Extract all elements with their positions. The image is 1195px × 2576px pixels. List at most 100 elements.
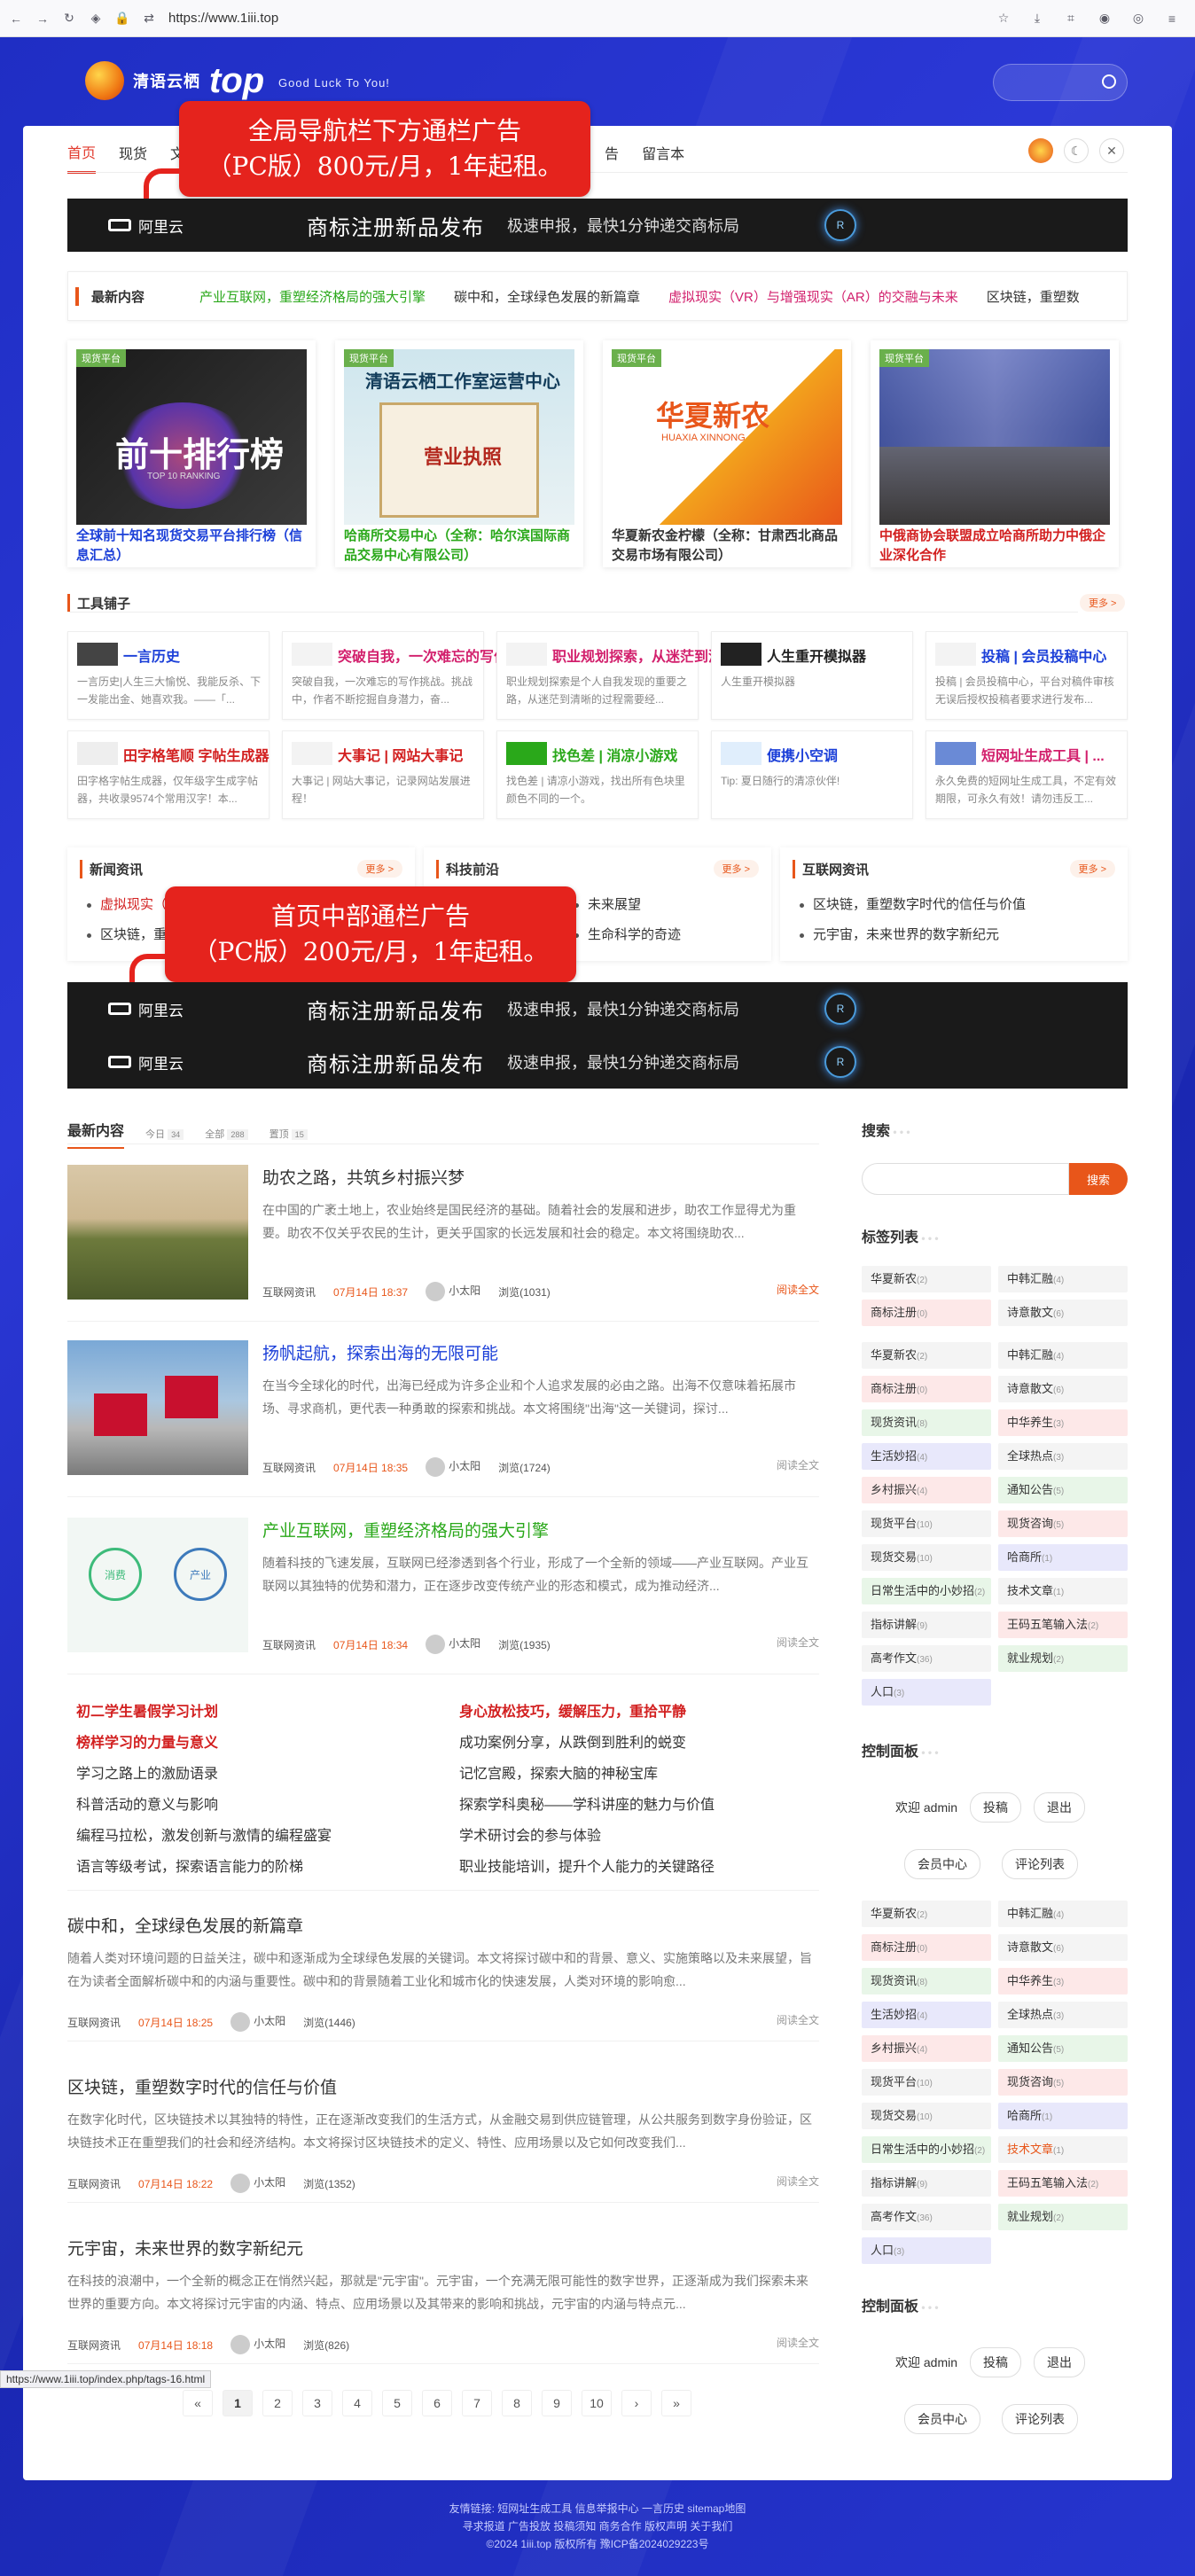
ad-banner-mid[interactable]: 阿里云 商标注册新品发布 极速申报，最快1分钟递交商标局 R [67, 982, 1128, 1035]
tag-item[interactable]: 哈商所(1) [998, 1544, 1128, 1571]
tool-title[interactable]: 投稿 | 会员投稿中心 [981, 644, 1106, 666]
link-item[interactable]: 编程马拉松，激发创新与激情的编程盛宴 [76, 1821, 431, 1852]
article-category[interactable]: 互联网资讯 [67, 2015, 121, 2030]
page-link[interactable]: 3 [302, 2390, 332, 2416]
tag-item[interactable]: 现货资讯(8) [862, 1409, 991, 1436]
tag-item[interactable]: 哈商所(1) [998, 2103, 1128, 2129]
ticker-item[interactable]: 碳中和，全球绿色发展的新篇章 [454, 287, 640, 306]
tool-title[interactable]: 找色差 | 消凉小游戏 [552, 744, 677, 765]
menu-icon[interactable]: ≡ [1165, 12, 1179, 26]
tag-item[interactable]: 通知公告(5) [998, 1477, 1128, 1503]
tag-item[interactable]: 王码五笔输入法(2) [998, 1612, 1128, 1638]
article-title[interactable]: 区块链，重塑数字时代的信任与价值 [67, 2074, 337, 2098]
tag-item[interactable]: 现货资讯(8) [862, 1968, 991, 1994]
tag-item[interactable]: 诗意散文(6) [998, 1376, 1128, 1402]
news-link[interactable]: 元宇宙，未来世界的数字新纪元 [800, 920, 1026, 950]
feature-card[interactable]: 前十排行榜 TOP 10 RANKING 现货平台 全球前十知名现货交易平台排行… [67, 340, 316, 567]
page-link[interactable]: 10 [582, 2390, 612, 2416]
tool-title[interactable]: 突破自我，一次难忘的写作... [338, 644, 519, 666]
tag-item[interactable]: 中华养生(3) [998, 1968, 1128, 1994]
tag-item[interactable]: 现货咨询(5) [998, 1510, 1128, 1537]
article-title[interactable]: 元宇宙，未来世界的数字新纪元 [67, 2236, 303, 2260]
link-item[interactable]: 成功案例分享，从跌倒到胜利的蜕变 [459, 1728, 814, 1759]
read-more-link[interactable]: 阅读全文 [777, 1282, 819, 1297]
tag-item[interactable]: 商标注册(0) [862, 1300, 991, 1326]
news-link[interactable]: 区块链，重塑数字时代的信任与价值 [800, 890, 1026, 920]
feature-card[interactable]: 清语云栖工作室运营中心 营业执照 现货平台 哈商所交易中心（全称：哈尔滨国际商品… [335, 340, 583, 567]
tag-item[interactable]: 通知公告(5) [998, 2035, 1128, 2062]
article-author[interactable]: 小太阳 [254, 2338, 285, 2350]
tool-card[interactable]: 便携小空调 Tip: 夏日随行的清凉伙伴! [711, 730, 913, 819]
news-box-more[interactable]: 更多 > [356, 860, 402, 878]
tag-item[interactable]: 中韩汇融(4) [998, 1266, 1128, 1292]
tool-card[interactable]: 投稿 | 会员投稿中心 投稿 | 会员投稿中心，平台对稿件审核无误后授权投稿者要求… [926, 631, 1128, 720]
article-category[interactable]: 互联网资讯 [262, 1637, 316, 1652]
tool-card[interactable]: 田字格笔顺 字帖生成器 田字格字帖生成器，仅年级字生成字帖器，共收录9574个常用… [67, 730, 269, 819]
extension-icon[interactable]: ◉ [1097, 11, 1112, 26]
link-item[interactable]: 初二学生暑假学习计划 [76, 1697, 431, 1728]
article-category[interactable]: 互联网资讯 [67, 2338, 121, 2353]
page-link[interactable]: 6 [422, 2390, 452, 2416]
tag-item[interactable]: 华夏新农(2) [862, 1342, 991, 1369]
address-bar[interactable]: https://www.1iii.top [168, 11, 984, 26]
page-link[interactable]: 4 [342, 2390, 372, 2416]
tag-item[interactable]: 生活妙招(4) [862, 2002, 991, 2028]
tag-item[interactable]: 就业规划(2) [998, 2204, 1128, 2230]
header-search[interactable] [993, 64, 1128, 101]
mid-ad-promo[interactable]: 首页中部通栏广告 （PC版）200元/月，1年起租。 [129, 886, 576, 989]
article-thumbnail[interactable]: 消费 产业 [67, 1518, 248, 1652]
article-author[interactable]: 小太阳 [449, 1284, 480, 1297]
download-icon[interactable]: ⤓ [1030, 11, 1044, 26]
tool-title[interactable]: 职业规划探索，从迷茫到清... [552, 644, 734, 666]
forward-icon[interactable]: → [35, 12, 50, 26]
ad-banner-mid-2[interactable]: 阿里云 商标注册新品发布 极速申报，最快1分钟递交商标局 R [67, 1035, 1128, 1089]
tag-item[interactable]: 商标注册(0) [862, 1934, 991, 1961]
page-link[interactable]: 1 [223, 2390, 253, 2416]
article-category[interactable]: 互联网资讯 [262, 1284, 316, 1300]
star-icon[interactable]: ☆ [996, 11, 1011, 26]
tag-item[interactable]: 中韩汇融(4) [998, 1901, 1128, 1927]
tag-item[interactable]: 就业规划(2) [998, 1645, 1128, 1672]
tag-item[interactable]: 华夏新农(2) [862, 1266, 991, 1292]
tools-more-link[interactable]: 更多 > [1080, 594, 1126, 612]
news-box-more[interactable]: 更多 > [713, 860, 759, 878]
article-author[interactable]: 小太阳 [254, 2015, 285, 2027]
article-category[interactable]: 互联网资讯 [67, 2176, 121, 2191]
news-link[interactable]: 生命科学的奇迹 [574, 920, 681, 950]
news-box-more[interactable]: 更多 > [1069, 860, 1115, 878]
tag-item[interactable]: 技术文章(1) [998, 1578, 1128, 1604]
link-item[interactable]: 身心放松技巧，缓解压力，重拾平静 [459, 1697, 814, 1728]
feature-caption[interactable]: 全球前十知名现货交易平台排行榜（信息汇总） [76, 527, 309, 566]
tool-card[interactable]: 短网址生成工具 | ... 永久免费的短网址生成工具，不定有效期限，可永久有效！请… [926, 730, 1128, 819]
tag-item[interactable]: 高考作文(36) [862, 1645, 991, 1672]
ticker-item[interactable]: 产业互联网，重塑经济格局的强大引擎 [199, 287, 426, 306]
article-item[interactable]: 消费 产业 产业互联网，重塑经济格局的强大引擎 随着科技的飞速发展，互联网已经渗… [67, 1518, 819, 1659]
page-link[interactable]: 8 [502, 2390, 532, 2416]
logout-button[interactable]: 退出 [1034, 1792, 1086, 1823]
sidebar-search-button[interactable]: 搜索 [1069, 1163, 1128, 1195]
page-link[interactable]: » [661, 2390, 691, 2416]
link-item[interactable]: 探索学科奥秘——学科讲座的魅力与价值 [459, 1790, 814, 1821]
page-link[interactable]: 9 [542, 2390, 572, 2416]
member-center-button[interactable]: 会员中心 [904, 2404, 980, 2434]
article-item[interactable]: 扬帆起航，探索出海的无限可能 在当今全球化的时代，出海已经成为许多企业和个人追求… [67, 1340, 819, 1482]
link-item[interactable]: 学术研讨会的参与体验 [459, 1821, 814, 1852]
article-item[interactable]: 区块链，重塑数字时代的信任与价值 在数字化时代，区块链技术以其独特的特性，正在逐渐… [67, 2074, 819, 2216]
article-author[interactable]: 小太阳 [449, 1637, 480, 1650]
post-button[interactable]: 投稿 [970, 1792, 1022, 1823]
feature-card[interactable]: 华夏新农 HUAXIA XINNONG 现货平台 华夏新农金柠檬（全称：甘肃西北… [603, 340, 851, 567]
tag-item[interactable]: 商标注册(0) [862, 1376, 991, 1402]
read-more-link[interactable]: 阅读全文 [777, 2174, 819, 2189]
article-item[interactable]: 元宇宙，未来世界的数字新纪元 在科技的浪潮中，一个全新的概念正在悄然兴起，那就是"… [67, 2236, 819, 2377]
article-author[interactable]: 小太阳 [254, 2176, 285, 2189]
tool-title[interactable]: 大事记 | 网站大事记 [338, 744, 463, 765]
tool-card[interactable]: 职业规划探索，从迷茫到清... 职业规划探索是个人自我发现的重要之路，从迷茫到清晰… [496, 631, 734, 720]
feature-caption[interactable]: 中俄商协会联盟成立哈商所助力中俄企业深化合作 [879, 527, 1112, 566]
back-icon[interactable]: ← [9, 12, 23, 26]
tag-item[interactable]: 中韩汇融(4) [998, 1342, 1128, 1369]
tag-item[interactable]: 指标讲解(9) [862, 1612, 991, 1638]
article-thumbnail[interactable] [67, 1340, 248, 1475]
article-author[interactable]: 小太阳 [449, 1460, 480, 1472]
news-link[interactable]: 未来展望 [574, 890, 681, 920]
tag-item[interactable]: 王码五笔输入法(2) [998, 2170, 1128, 2197]
